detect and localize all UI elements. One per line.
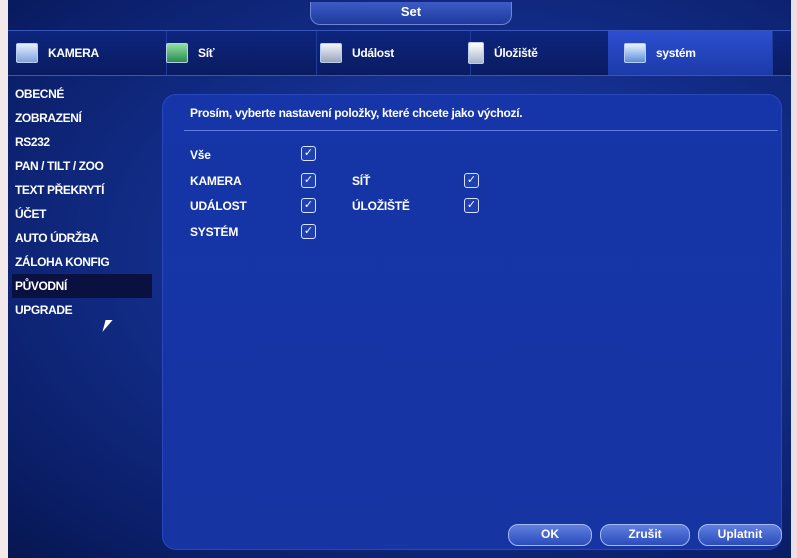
tab-udalost-label: Událost (352, 46, 394, 60)
sidebar-item-zaloha-konfig[interactable]: ZÁLOHA KONFIG (12, 250, 152, 274)
sidebar-item-rs232[interactable]: RS232 (12, 130, 152, 154)
option-event-checkbox[interactable]: ✓ (301, 198, 316, 213)
option-system-label: SYSTÉM (190, 225, 239, 239)
camera-icon (16, 43, 38, 63)
option-camera-label: KAMERA (190, 174, 242, 188)
option-network-checkbox[interactable]: ✓ (464, 173, 479, 188)
sidebar: OBECNÉ ZOBRAZENÍ RS232 PAN / TILT / ZOO … (12, 82, 152, 322)
tab-kamera-label: KAMERA (48, 46, 99, 60)
option-event-label: UDÁLOST (190, 199, 247, 213)
option-all-checkbox[interactable]: ✓ (301, 146, 316, 161)
option-storage-checkbox[interactable]: ✓ (464, 198, 479, 213)
tab-system[interactable]: systém (608, 31, 773, 75)
tab-sit-label: Síť (198, 46, 215, 60)
tab-system-label: systém (656, 46, 696, 60)
option-camera-checkbox[interactable]: ✓ (301, 173, 316, 188)
divider (184, 130, 778, 131)
option-system-checkbox[interactable]: ✓ (301, 224, 316, 239)
default-settings-panel: Prosím, vyberte nastavení položky, které… (162, 94, 782, 550)
sidebar-item-puvodni[interactable]: PŮVODNÍ (12, 274, 152, 298)
option-storage-label: ÚLOŽIŠTĚ (352, 199, 410, 213)
tab-uloziste-label: Úložiště (494, 46, 538, 60)
ok-button[interactable]: OK (508, 524, 592, 546)
network-icon (166, 43, 188, 63)
storage-icon (468, 42, 484, 64)
cancel-button[interactable]: Zrušit (600, 524, 690, 546)
apply-button[interactable]: Uplatnit (698, 524, 782, 546)
option-network-label: SÍŤ (352, 174, 371, 188)
sidebar-item-zobrazeni[interactable]: ZOBRAZENÍ (12, 106, 152, 130)
tab-kamera[interactable]: KAMERA (8, 31, 167, 75)
window-title: Set (310, 2, 512, 25)
main-tab-bar: KAMERA Síť Událost Úložiště systém (8, 30, 791, 76)
sidebar-item-ucet[interactable]: ÚČET (12, 202, 152, 226)
option-all-label: Vše (190, 148, 211, 162)
tab-uloziste[interactable]: Úložiště (458, 31, 619, 75)
sidebar-item-pan-tilt-zoom[interactable]: PAN / TILT / ZOO (12, 154, 152, 178)
sidebar-item-obecne[interactable]: OBECNÉ (12, 82, 152, 106)
tab-sit[interactable]: Síť (158, 31, 317, 75)
sidebar-item-text-prekryti[interactable]: TEXT PŘEKRYTÍ (12, 178, 152, 202)
system-icon (624, 43, 646, 63)
bezel-left (0, 0, 8, 558)
sidebar-item-upgrade[interactable]: UPGRADE (12, 298, 152, 322)
tab-udalost[interactable]: Událost (308, 31, 471, 75)
event-icon (320, 43, 342, 63)
instruction-text: Prosím, vyberte nastavení položky, které… (190, 106, 523, 120)
bezel-right (791, 0, 797, 558)
sidebar-item-auto-udrzba[interactable]: AUTO ÚDRŽBA (12, 226, 152, 250)
